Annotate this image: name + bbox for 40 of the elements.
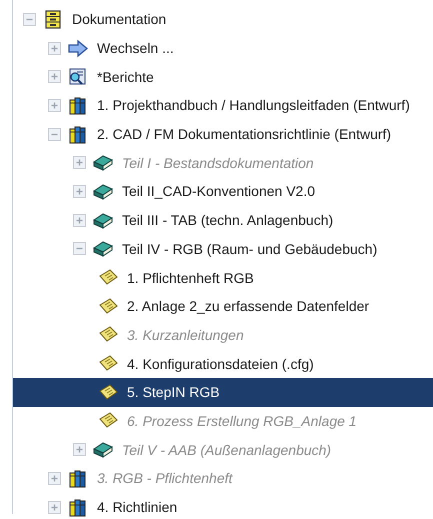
tree-item[interactable]: Teil IV - RGB (Raum- und Gebäudebuch) — [13, 234, 433, 264]
collapse-icon[interactable] — [73, 242, 86, 256]
expand-icon[interactable] — [48, 500, 61, 514]
tree-item[interactable]: *Berichte — [13, 62, 433, 92]
tree-item[interactable]: Teil II_CAD-Konventionen V2.0 — [13, 177, 433, 206]
note-icon — [98, 325, 118, 344]
expand-icon[interactable] — [48, 98, 61, 112]
book-icon — [93, 239, 113, 258]
expand-icon[interactable] — [48, 42, 61, 55]
books-icon — [68, 468, 88, 488]
note-icon — [98, 268, 118, 288]
tree-item[interactable]: Dokumentation — [13, 5, 433, 34]
tree-item[interactable]: 4. Richtlinien — [13, 492, 433, 519]
tree-item[interactable]: 2. Anlage 2_zu erfassende Datenfelder — [13, 292, 433, 321]
report-icon — [68, 67, 88, 86]
arrow-icon — [68, 38, 88, 58]
collapse-icon[interactable] — [23, 12, 36, 26]
tree-item[interactable]: 1. Pflichtenheft RGB — [13, 263, 433, 292]
expand-icon[interactable] — [48, 70, 61, 84]
note-icon — [98, 354, 118, 374]
books-icon — [68, 498, 88, 517]
tree-item[interactable]: Teil III - TAB (techn. Anlagenbuch) — [13, 206, 433, 234]
book-icon — [93, 182, 113, 201]
collapse-icon[interactable] — [48, 128, 61, 141]
book-icon — [93, 210, 113, 230]
expand-icon[interactable] — [73, 184, 86, 198]
books-icon — [68, 124, 88, 144]
tree-item[interactable]: 4. Konfigurationsdateien (.cfg) — [13, 349, 433, 378]
book-icon — [93, 440, 113, 460]
expand-icon[interactable] — [73, 214, 86, 227]
books-icon — [68, 96, 88, 115]
note-icon — [98, 296, 118, 316]
tree-item[interactable]: 1. Projekthandbuch / Handlungsleitfaden (Entwurf) — [13, 91, 433, 120]
tree-item[interactable]: 2. CAD / FM Dokumentationsrichtlinie (Entwurf) — [13, 120, 433, 148]
book-icon — [93, 153, 113, 172]
tree-item[interactable]: Wechseln ... — [13, 34, 433, 62]
note-icon — [98, 411, 118, 430]
folder-stack-icon — [43, 10, 63, 29]
note-icon — [98, 382, 118, 402]
tree-item[interactable]: 5. StepIN RGB — [13, 378, 433, 407]
